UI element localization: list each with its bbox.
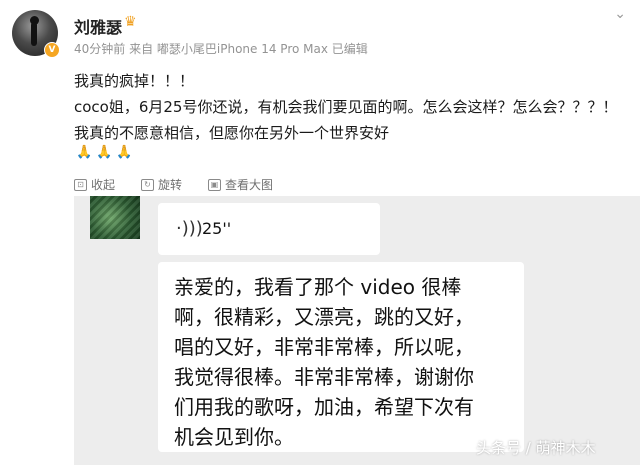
username[interactable]: 刘雅瑟 xyxy=(74,14,122,38)
image-actions: ⊡ 收起 ↻ 旋转 ▣ 查看大图 xyxy=(74,176,273,193)
crown-icon: ♛ xyxy=(124,14,137,30)
collapse-icon: ⊡ xyxy=(74,178,87,191)
contact-avatar xyxy=(90,196,140,239)
pray-emojis: 🙏🙏🙏 xyxy=(76,145,137,160)
text-message: 亲爱的，我看了那个 video 很棒 啊，很精彩，又漂亮，跳的又好， 唱的又好，… xyxy=(174,275,474,449)
watermark: 头条号 / 萌神木木 xyxy=(476,439,596,457)
rotate-button[interactable]: ↻ 旋转 xyxy=(141,176,182,193)
verified-badge-icon: V xyxy=(44,42,60,58)
rotate-icon: ↻ xyxy=(141,178,155,191)
rotate-label: 旋转 xyxy=(158,178,183,192)
view-full-image-button[interactable]: ▣ 查看大图 xyxy=(208,176,273,193)
image-icon: ▣ xyxy=(208,178,222,191)
post-line-1: 我真的疯掉！！！ xyxy=(74,72,195,90)
post-line-2: coco姐，6月25号你还说，有机会我们要见面的啊。怎么会这样？怎么会？？？！ xyxy=(74,98,618,116)
view-full-image-label: 查看大图 xyxy=(225,178,274,192)
chevron-down-icon[interactable]: ⌄ xyxy=(614,6,626,22)
voice-wave-icon: ·))) xyxy=(176,218,203,239)
collapse-button[interactable]: ⊡ 收起 xyxy=(74,176,115,193)
collapse-label: 收起 xyxy=(91,178,116,192)
voice-duration: 25'' xyxy=(202,219,232,238)
post-line-3: 我真的不愿意相信，但愿你在另外一个世界安好 xyxy=(74,124,390,142)
post-meta: 40分钟前 来自 嘟瑟小尾巴iPhone 14 Pro Max 已编辑 xyxy=(74,42,368,56)
